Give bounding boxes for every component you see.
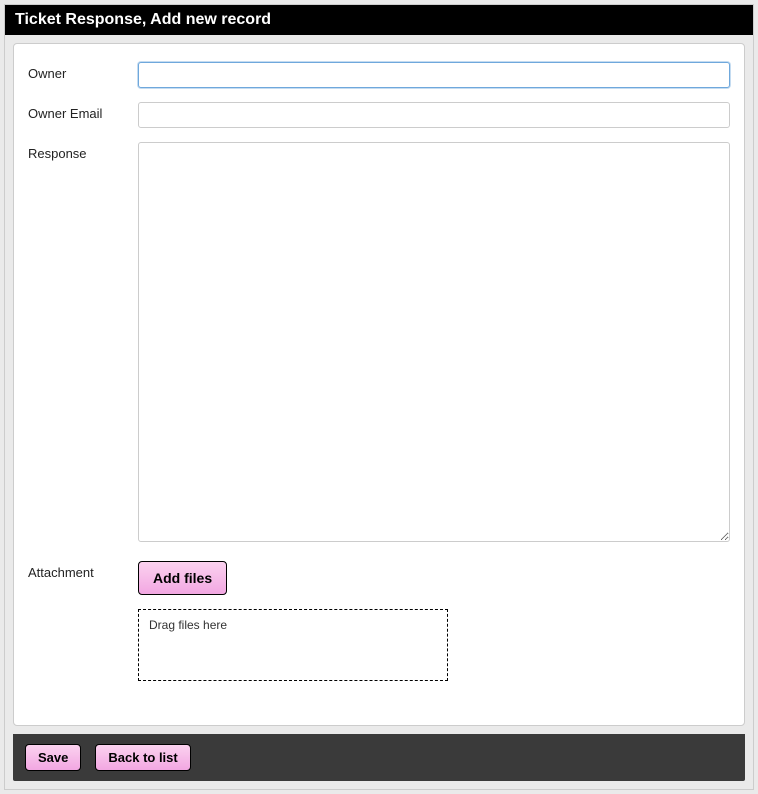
footer-bar: Save Back to list [13,734,745,781]
label-owner: Owner [28,62,138,81]
label-owner-email: Owner Email [28,102,138,121]
control-owner [138,62,730,88]
row-owner: Owner [28,62,730,88]
label-response: Response [28,142,138,161]
file-dropzone[interactable]: Drag files here [138,609,448,681]
row-response: Response [28,142,730,547]
control-owner-email [138,102,730,128]
control-response [138,142,730,547]
back-to-list-button[interactable]: Back to list [95,744,190,771]
attachment-block: Add files Drag files here [138,561,730,681]
owner-input[interactable] [138,62,730,88]
owner-email-input[interactable] [138,102,730,128]
save-button[interactable]: Save [25,744,81,771]
label-attachment: Attachment [28,561,138,580]
window-title: Ticket Response, Add new record [5,5,753,35]
row-attachment: Attachment Add files Drag files here [28,561,730,681]
add-files-button[interactable]: Add files [138,561,227,595]
form-window: Ticket Response, Add new record Owner Ow… [4,4,754,790]
row-owner-email: Owner Email [28,102,730,128]
form-panel: Owner Owner Email Response Attachment Ad… [13,43,745,726]
response-textarea[interactable] [138,142,730,542]
